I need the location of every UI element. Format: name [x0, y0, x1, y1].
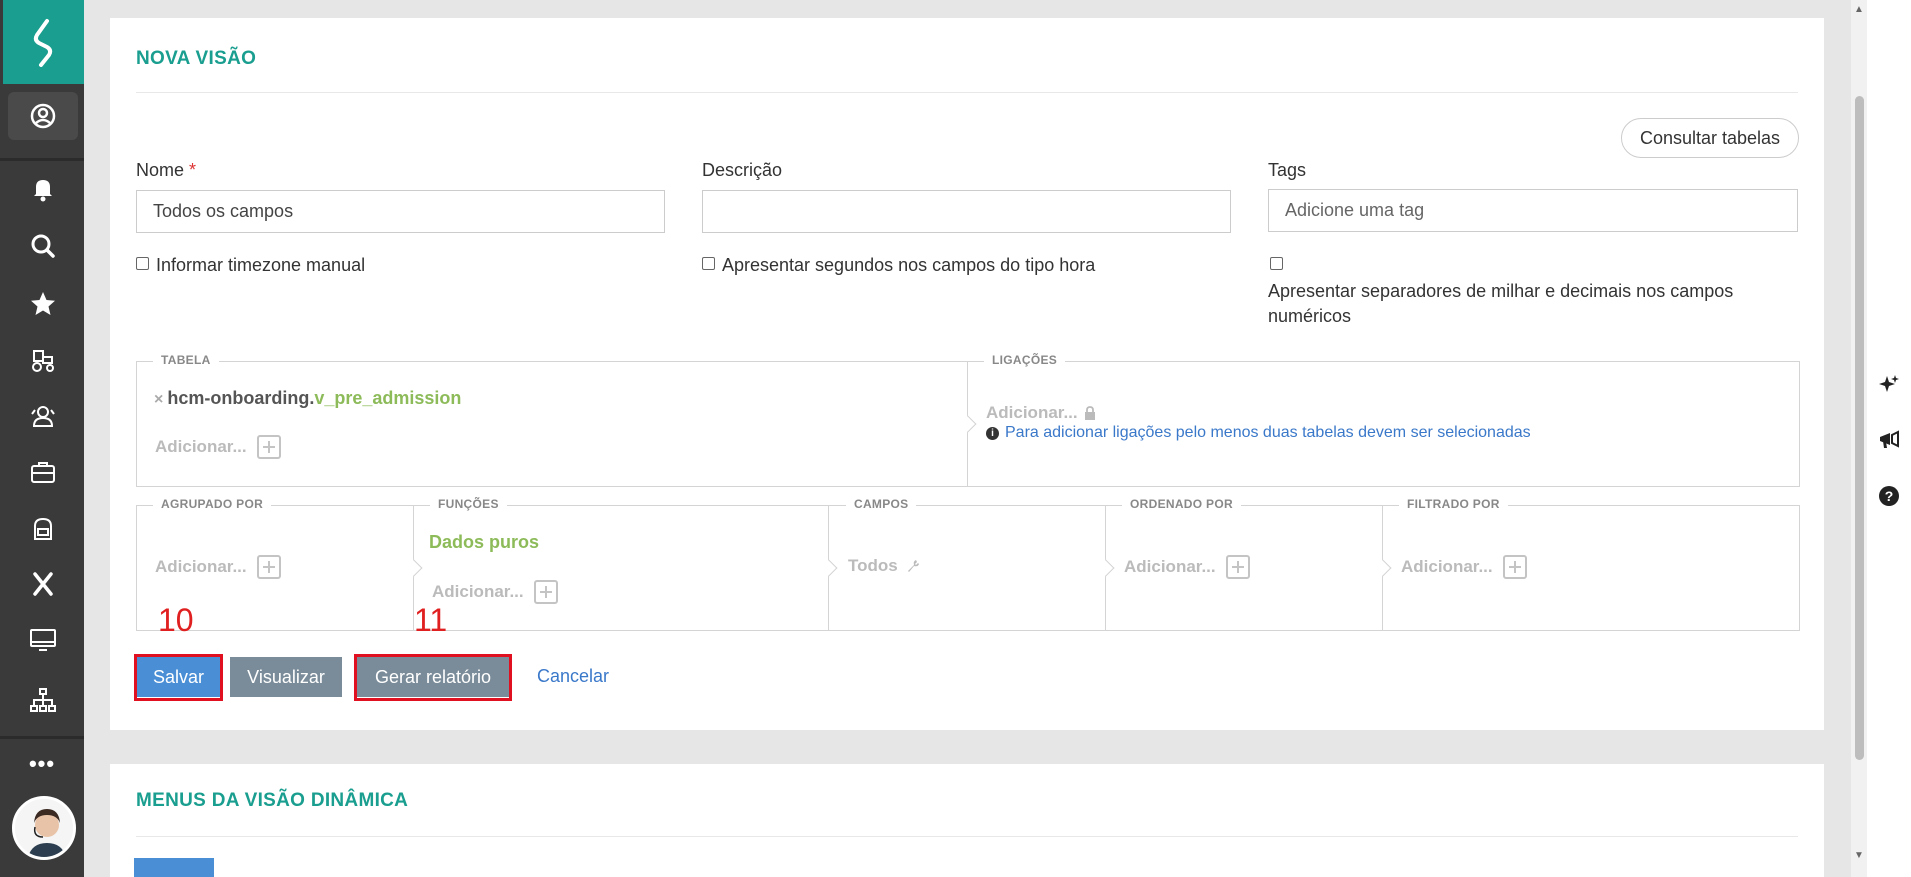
- sidebar-divider: [0, 736, 84, 739]
- add-table-label: Adicionar...: [155, 437, 247, 456]
- add-function[interactable]: Adicionar...: [432, 580, 558, 604]
- name-label-text: Nome: [136, 160, 185, 180]
- timezone-checkbox[interactable]: [136, 257, 149, 270]
- plus-icon[interactable]: [533, 580, 558, 604]
- help-icon[interactable]: ?: [1876, 483, 1902, 509]
- svg-text:?: ?: [1885, 488, 1894, 504]
- more-icon[interactable]: •••: [0, 740, 84, 788]
- add-order-by[interactable]: Adicionar...: [1124, 555, 1250, 579]
- add-link-locked: Adicionar...: [986, 403, 1096, 423]
- table-box: [136, 361, 968, 487]
- users-group-icon[interactable]: [8, 392, 78, 440]
- required-mark: *: [189, 160, 197, 180]
- function-raw-data[interactable]: Dados puros: [429, 532, 539, 553]
- add-group-by[interactable]: Adicionar...: [155, 555, 281, 579]
- briefcase-icon[interactable]: [8, 448, 78, 496]
- sidebar: •••: [0, 0, 84, 877]
- lock-icon: [1084, 406, 1095, 420]
- scroll-down-icon[interactable]: ▼: [1853, 850, 1865, 862]
- table-legend: TABELA: [153, 353, 219, 367]
- separators-checkbox[interactable]: [1270, 257, 1283, 270]
- annotation-10: 10: [158, 602, 194, 638]
- links-info[interactable]: i Para adicionar ligações pelo menos dua…: [986, 424, 1531, 442]
- divider: [136, 92, 1798, 93]
- cancel-link[interactable]: Cancelar: [537, 666, 609, 687]
- highlight-frame-save: [134, 654, 223, 701]
- filter-by-legend: FILTRADO POR: [1399, 497, 1508, 511]
- scroll-up-icon[interactable]: ▲: [1853, 4, 1865, 16]
- logo-icon[interactable]: [3, 0, 84, 84]
- query-box: [136, 505, 1800, 631]
- search-icon[interactable]: [8, 222, 78, 270]
- page-title: NOVA VISÃO: [136, 48, 257, 69]
- separators-checkbox-label-line1: Apresentar separadores de milhar e decim…: [1268, 281, 1734, 301]
- preview-button[interactable]: Visualizar: [230, 657, 342, 697]
- dynamic-view-menus-card: MENUS DA VISÃO DINÂMICA: [110, 764, 1824, 877]
- fields-all-label: Todos: [848, 556, 898, 575]
- sidebar-divider: [0, 158, 84, 161]
- user-circle-icon[interactable]: [8, 92, 78, 140]
- order-by-legend: ORDENADO POR: [1122, 497, 1241, 511]
- add-table[interactable]: Adicionar...: [155, 435, 281, 459]
- info-icon: i: [986, 426, 999, 440]
- plus-icon[interactable]: [1502, 555, 1527, 579]
- add-menu-button[interactable]: [134, 858, 214, 877]
- plus-icon[interactable]: [256, 435, 281, 459]
- description-input[interactable]: [702, 190, 1231, 233]
- add-group-by-label: Adicionar...: [155, 557, 247, 576]
- bell-icon[interactable]: [8, 165, 78, 213]
- add-filter-by-label: Adicionar...: [1401, 557, 1493, 576]
- add-link-label: Adicionar...: [986, 403, 1078, 422]
- x-tools-icon[interactable]: [8, 560, 78, 608]
- add-filter-by[interactable]: Adicionar...: [1401, 555, 1527, 579]
- tags-input[interactable]: Adicione uma tag: [1268, 189, 1798, 232]
- functions-legend: FUNÇÕES: [430, 497, 507, 511]
- wrench-icon[interactable]: [906, 559, 920, 573]
- monitor-icon[interactable]: [8, 616, 78, 664]
- org-chart-icon[interactable]: [8, 676, 78, 724]
- tractor-icon[interactable]: [8, 336, 78, 384]
- table-name: v_pre_admission: [314, 388, 462, 408]
- backpack-icon[interactable]: [8, 504, 78, 552]
- timezone-checkbox-label: Informar timezone manual: [156, 255, 366, 275]
- divider: [136, 836, 1798, 837]
- consult-tables-button[interactable]: Consultar tabelas: [1621, 118, 1799, 158]
- add-order-by-label: Adicionar...: [1124, 557, 1216, 576]
- table-prefix: hcm-onboarding.: [167, 388, 315, 408]
- description-label: Descrição: [702, 160, 783, 180]
- name-label: Nome *: [136, 160, 196, 181]
- links-legend: LIGAÇÕES: [984, 353, 1066, 367]
- highlight-frame-report: [354, 654, 512, 701]
- plus-icon[interactable]: [256, 555, 281, 579]
- separators-checkbox-label-line2: numéricos: [1268, 306, 1352, 326]
- star-icon[interactable]: [8, 280, 78, 328]
- seconds-checkbox[interactable]: [702, 257, 715, 270]
- links-info-text[interactable]: Para adicionar ligações pelo menos duas …: [1005, 424, 1531, 442]
- add-function-label: Adicionar...: [432, 582, 524, 601]
- sparkles-icon[interactable]: [1876, 372, 1902, 398]
- group-by-legend: AGRUPADO POR: [153, 497, 272, 511]
- name-input[interactable]: Todos os campos: [136, 190, 665, 233]
- seconds-checkbox-label: Apresentar segundos nos campos do tipo h…: [722, 255, 1096, 275]
- remove-table-icon[interactable]: ×: [154, 391, 163, 408]
- fields-all[interactable]: Todos: [848, 556, 920, 576]
- section-title: MENUS DA VISÃO DINÂMICA: [136, 790, 409, 811]
- tags-label: Tags: [1268, 160, 1307, 180]
- megaphone-icon[interactable]: [1876, 427, 1902, 453]
- annotation-11: 11: [414, 602, 448, 638]
- selected-table: × hcm-onboarding.v_pre_admission: [154, 388, 461, 409]
- fields-legend: CAMPOS: [846, 497, 917, 511]
- plus-icon[interactable]: [1225, 555, 1250, 579]
- scrollbar-thumb[interactable]: [1855, 96, 1864, 760]
- avatar[interactable]: [12, 796, 76, 860]
